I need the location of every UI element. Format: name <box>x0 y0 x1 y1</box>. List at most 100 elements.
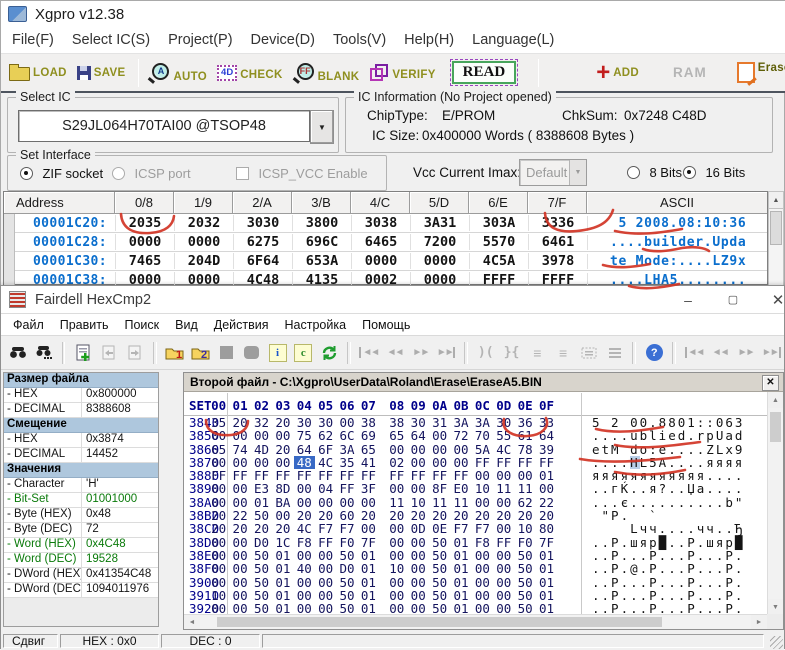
hexdump-byte[interactable]: F7 <box>315 522 336 535</box>
hexdump-byte[interactable]: 20 <box>251 522 272 535</box>
find-next-button[interactable] <box>32 341 56 365</box>
hexcmp-menu-item-0[interactable]: Файл <box>5 318 52 332</box>
xgpro-menu-item-0[interactable]: File(F) <box>3 32 63 48</box>
hexdump-byte[interactable]: FF <box>493 456 514 469</box>
hexdump-byte[interactable]: F7 <box>450 522 471 535</box>
hexdump-byte[interactable]: 00 <box>272 456 293 469</box>
hexdump-byte[interactable]: 4D <box>251 443 272 456</box>
hexdump-byte[interactable]: 01 <box>450 589 471 602</box>
hexdump-byte[interactable]: 01 <box>450 536 471 549</box>
hexdump-byte[interactable]: 65 <box>386 429 407 442</box>
hexdump-byte[interactable]: 7F <box>358 536 379 549</box>
hexdump-byte[interactable]: 00 <box>386 576 407 589</box>
hexdump-byte[interactable]: 50 <box>514 549 535 562</box>
hexdump-byte[interactable]: 7F <box>536 536 557 549</box>
hexdump-byte[interactable]: 38 <box>358 416 379 429</box>
hexdump-ascii[interactable]: ..P...P...P...P. <box>592 576 744 589</box>
hexdump-byte[interactable]: 8D <box>272 482 293 495</box>
hexdump-ascii[interactable]: ..Р.шяр█..P.шяр█ <box>592 536 744 549</box>
hexdump-byte[interactable]: 20 <box>229 416 250 429</box>
hexdump-byte[interactable]: 02 <box>386 456 407 469</box>
icsp-vcc-checkbox[interactable]: ICSP_VCC Enable <box>236 165 368 183</box>
hexdump-byte[interactable]: 00 <box>229 576 250 589</box>
hexdump-byte[interactable]: 55 <box>493 429 514 442</box>
hexdump-byte[interactable]: 74 <box>229 443 250 456</box>
hexdump-byte[interactable]: 01 <box>272 576 293 589</box>
hexdump-byte[interactable]: 0D <box>408 522 429 535</box>
hexdump-byte[interactable]: 00 <box>229 429 250 442</box>
hexdump-byte[interactable]: 20 <box>315 509 336 522</box>
hexdump-ascii[interactable]: яяяяяяяяяяяя.... <box>592 469 744 482</box>
hexdump-byte[interactable]: 00 <box>472 589 493 602</box>
hexdump-byte[interactable]: 00 <box>251 429 272 442</box>
hexdump-row[interactable]: 3880FFFFFFFFFFFFFFFFFFFFFFFF00000001яяяя… <box>184 469 767 482</box>
hexdump-byte[interactable]: 00 <box>408 589 429 602</box>
hexdump-byte[interactable]: 00 <box>386 522 407 535</box>
hexdump-row[interactable]: 384035203220303000383830313A3A3036335 2 … <box>184 416 767 429</box>
hexdump-byte[interactable]: BA <box>272 496 293 509</box>
resize-grip-icon[interactable] <box>770 636 783 649</box>
hexcmp-menu-item-5[interactable]: Настройка <box>277 318 355 332</box>
hexdump-byte[interactable]: 69 <box>358 429 379 442</box>
hexdump-byte[interactable]: 00 <box>493 576 514 589</box>
hexdump-byte[interactable]: 78 <box>514 443 535 456</box>
hexdump-byte[interactable]: 01 <box>450 549 471 562</box>
hexdump-byte[interactable]: 00 <box>472 549 493 562</box>
hexdump-row[interactable]: 391010005001000050010000500100005001..P.… <box>184 589 767 602</box>
xgpro-menu-item-5[interactable]: Help(H) <box>395 32 463 48</box>
hexdump-byte[interactable]: 00 <box>229 589 250 602</box>
hexdump-byte[interactable]: FF <box>294 469 315 482</box>
hexdump-byte[interactable]: 10 <box>386 562 407 575</box>
hexdump-byte[interactable]: 3F <box>358 482 379 495</box>
hexdump-byte[interactable]: 22 <box>536 496 557 509</box>
compare-toggle-button[interactable]: c <box>291 341 315 365</box>
hexdump-byte[interactable]: 31 <box>429 416 450 429</box>
hexdump-row[interactable]: 386065744D20646F3A65000000005A4C7839etM … <box>184 443 767 456</box>
hexdump-byte[interactable]: 00 <box>294 549 315 562</box>
hexdump-byte[interactable]: 00 <box>408 536 429 549</box>
hexdump-byte[interactable]: 00 <box>229 562 250 575</box>
hexdump-byte[interactable]: 80 <box>536 522 557 535</box>
close-button[interactable]: ✕ <box>765 286 785 313</box>
hexdump-byte[interactable]: 00 <box>408 576 429 589</box>
hexdump-byte[interactable]: 00 <box>294 589 315 602</box>
hexdump-byte[interactable]: 00 <box>336 496 357 509</box>
xgpro-menu-item-4[interactable]: Tools(V) <box>324 32 395 48</box>
hexdump-byte[interactable]: FF <box>386 469 407 482</box>
hexdump-byte[interactable]: 00 <box>493 589 514 602</box>
hexdump-byte[interactable]: F8 <box>294 536 315 549</box>
hexdump-byte[interactable]: 50 <box>429 562 450 575</box>
hexdump-byte[interactable]: 20 <box>272 416 293 429</box>
read-button[interactable]: READ <box>452 61 517 84</box>
hexdump-byte[interactable]: 00 <box>493 562 514 575</box>
hexdump-byte[interactable]: 00 <box>229 482 250 495</box>
hexdump-row[interactable]: 390000005001000050010000500100005001..P.… <box>184 576 767 589</box>
hexdump-row[interactable]: 38500000000075626C696564007270556164....… <box>184 429 767 442</box>
hexdump-byte[interactable]: 64 <box>294 443 315 456</box>
auto-button[interactable]: A AUTO <box>148 63 207 83</box>
hexdump-byte[interactable]: 20 <box>450 509 471 522</box>
hexviewer-row[interactable]: 00001C28:000000006275696C646572005570646… <box>4 233 767 252</box>
hexdump-byte[interactable]: 50 <box>429 589 450 602</box>
hexdump-byte[interactable]: 20 <box>536 509 557 522</box>
hexdump-byte[interactable]: 00 <box>472 562 493 575</box>
hexdump-byte[interactable]: 3A <box>472 416 493 429</box>
scroll-up-icon[interactable]: ▲ <box>769 192 783 209</box>
hexdump-byte[interactable]: FF <box>514 456 535 469</box>
hexdump-byte[interactable]: 50 <box>251 562 272 575</box>
hexdump-byte[interactable]: 00 <box>493 522 514 535</box>
hexdump-byte[interactable]: 20 <box>294 509 315 522</box>
hexdump-byte[interactable]: 4C <box>294 522 315 535</box>
hexdump-byte[interactable]: 00 <box>315 549 336 562</box>
info-toggle-button[interactable]: i <box>266 341 290 365</box>
hexdump-byte[interactable]: 30 <box>294 416 315 429</box>
hexdump-byte[interactable]: 50 <box>251 509 272 522</box>
hexdump-byte[interactable]: 00 <box>472 576 493 589</box>
hexviewer-row[interactable]: 00001C30:7465204D6F64653A000000004C5A397… <box>4 252 767 271</box>
hexdump-horizontal-scrollbar[interactable]: ◄ ► <box>184 614 767 629</box>
hexdump-byte[interactable]: 38 <box>386 416 407 429</box>
hexdump-byte[interactable]: 50 <box>251 576 272 589</box>
hexdump-byte[interactable]: FF <box>336 469 357 482</box>
hexdump-byte[interactable]: FF <box>358 469 379 482</box>
icsp-port-radio[interactable]: ICSP port <box>112 165 191 183</box>
